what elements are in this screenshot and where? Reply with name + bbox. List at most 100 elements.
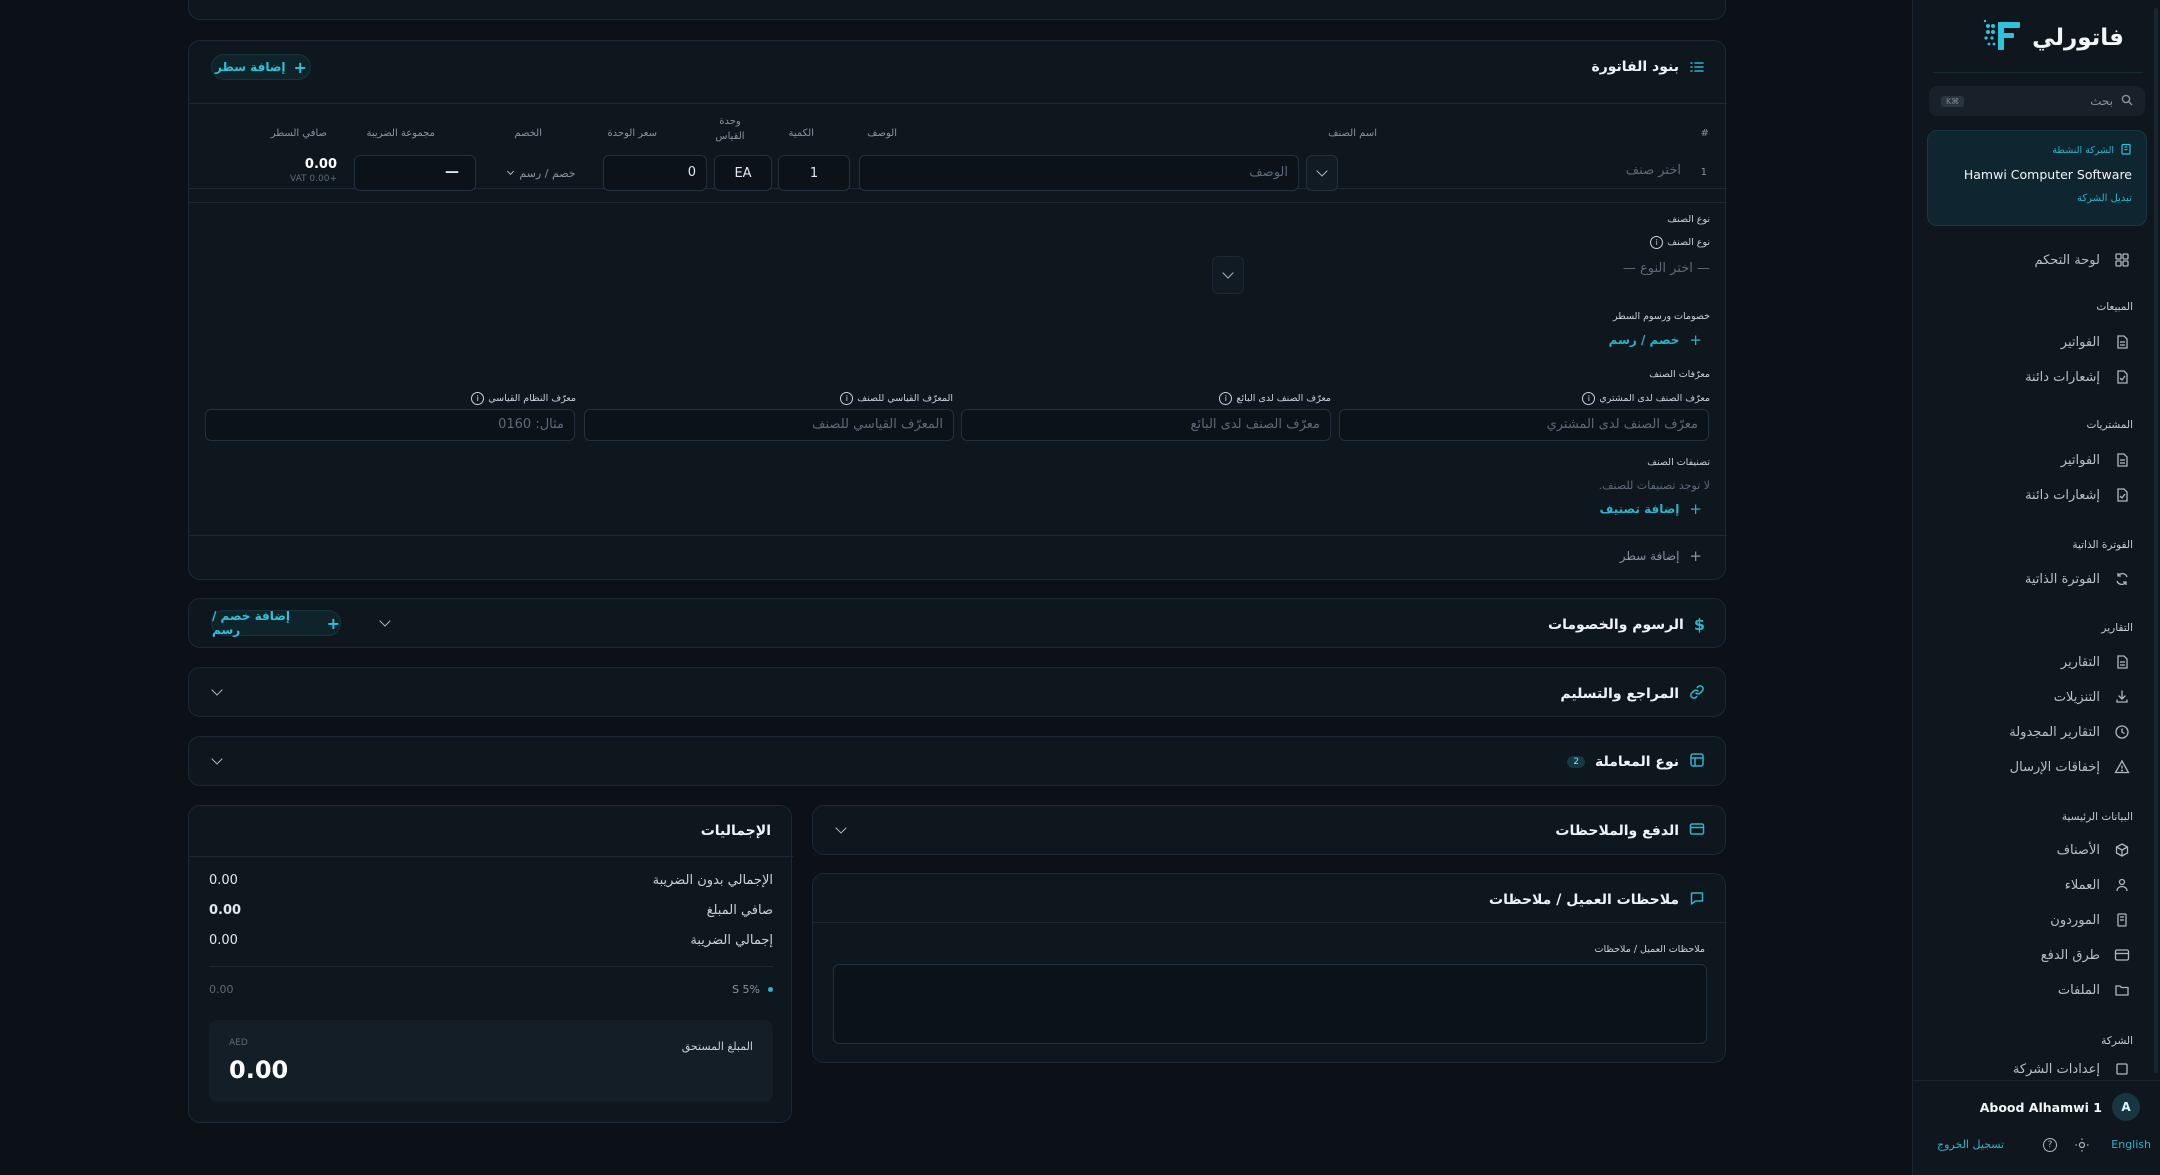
tax-line-value: 0.00 [209, 983, 234, 996]
chevron-down-icon[interactable] [379, 615, 391, 627]
sidebar-item-files[interactable]: الملفات [1912, 975, 2160, 1005]
sidebar-group-sales[interactable]: المبيعات [1913, 301, 2160, 313]
transaction-type-header[interactable]: نوع المعاملة 2 [1567, 752, 1705, 771]
sidebar-group-company[interactable]: الشركة [1913, 1035, 2160, 1047]
line-discounts-section-title: خصومات ورسوم السطر [1613, 311, 1710, 322]
add-charge-button[interactable]: إضافة خصم / رسم + [211, 609, 341, 637]
search-input[interactable]: بحث ⌘K [1929, 86, 2145, 116]
sidebar-item-payment-methods[interactable]: طرق الدفع [1912, 940, 2160, 970]
quantity-input[interactable]: 1 [778, 155, 850, 191]
standard-id-input[interactable]: المعرّف القياسي للصنف [584, 409, 954, 441]
standard-id-label-row: المعرّف القياسي للصنف i [840, 392, 953, 405]
brand: فاتورلي [1982, 18, 2124, 57]
language-button[interactable]: English [2111, 1138, 2151, 1151]
item-type-placeholder: — اختر النوع — [1622, 261, 1710, 276]
sidebar-item-sales-invoices[interactable]: الفواتير [1912, 327, 2160, 357]
references-header[interactable]: المراجع والتسليم [1560, 684, 1705, 703]
user-row[interactable]: A Abood Alhamwi 1 [1980, 1093, 2140, 1121]
classifications-section-title: تصنيفات الصنف [1647, 457, 1710, 468]
notes-header: ملاحظات العميل / ملاحظات [1489, 890, 1705, 909]
discount-select[interactable]: خصم / رسم [489, 155, 595, 191]
footer-add-line-button[interactable]: + إضافة سطر [1620, 547, 1702, 565]
col-index: # [1700, 128, 1709, 139]
user-name: Abood Alhamwi 1 [1979, 1099, 2102, 1115]
chevron-down-icon[interactable] [835, 822, 847, 834]
item-type-dropdown-button[interactable] [1212, 256, 1244, 294]
chevron-down-icon[interactable] [211, 684, 223, 696]
chevron-down-icon [1316, 165, 1328, 177]
sidebar-item-sales-credit-notes[interactable]: إشعارات دائنة [1912, 362, 2160, 392]
item-type-select[interactable]: — اختر النوع — [1295, 253, 1710, 289]
sidebar-item-label: الملفات [2057, 982, 2100, 998]
tax-line: S 5% 0.00 [209, 983, 773, 999]
sidebar-item-customers[interactable]: العملاء [1912, 870, 2160, 900]
sidebar-item-suppliers[interactable]: الموردون [1912, 905, 2160, 935]
notes-card: ملاحظات العميل / ملاحظات ملاحظات العميل … [812, 873, 1727, 1063]
message-icon [1689, 890, 1705, 909]
tax-group-select[interactable]: — [354, 155, 476, 191]
quantity-value: 1 [809, 165, 819, 181]
line-net-value: 0.00 [304, 157, 337, 172]
sidebar-group-purchases[interactable]: المشتريات [1913, 419, 2160, 431]
help-icon[interactable]: ? [2043, 1138, 2057, 1152]
sidebar-item-self-billing[interactable]: الفوترة الذاتية [1912, 564, 2160, 594]
system-id-input[interactable]: مثال: 0160 [205, 409, 575, 441]
company-name: Hamwi Computer Software [1963, 167, 2132, 182]
sidebar-item-downloads[interactable]: التنزيلات [1912, 682, 2160, 712]
sidebar-item-purchase-invoices[interactable]: الفواتير [1912, 445, 2160, 475]
invoice-items-header: بنود الفاتورة [1591, 59, 1705, 75]
file-check-icon [2114, 369, 2130, 385]
buyer-id-input[interactable]: معرّف الصنف لدى المشتري [1339, 409, 1709, 441]
sidebar-item-reports[interactable]: التقارير [1912, 647, 2160, 677]
sidebar-group-reports[interactable]: التقارير [1913, 622, 2160, 634]
add-line-discount-label: خصم / رسم [1608, 333, 1680, 347]
item-dropdown-button[interactable] [1306, 155, 1338, 191]
system-id-label-row: معرّف النظام القياسي i [471, 392, 576, 405]
add-line-discount-link[interactable]: + خصم / رسم [1609, 331, 1702, 349]
description-placeholder: الوصف [1249, 165, 1288, 180]
sidebar-item-scheduled-reports[interactable]: التقارير المجدولة [1912, 717, 2160, 747]
sidebar-item-items[interactable]: الأصناف [1912, 835, 2160, 865]
totals-divider [209, 966, 773, 967]
standard-id-label: المعرّف القياسي للصنف [857, 393, 953, 404]
chevron-down-icon[interactable] [211, 753, 223, 765]
payment-card: الدفع والملاحظات [812, 805, 1726, 855]
sidebar-item-label: إعدادات الشركة [2012, 1061, 2100, 1077]
sidebar-group-title: البيانات الرئيسية [2061, 811, 2133, 823]
tax-line-label-row: S 5% [732, 983, 773, 996]
logout-button[interactable]: تسجيل الخروج [1937, 1138, 2004, 1151]
charges-header[interactable]: $ الرسوم والخصومات [1548, 615, 1705, 634]
sidebar-group-master-data[interactable]: البيانات الرئيسية [1913, 811, 2160, 823]
totals-row: الإجمالي بدون الضريبة 0.00 [209, 873, 773, 893]
seller-id-label-row: معرّف الصنف لدى البائع i [1219, 392, 1331, 405]
item-details-panel [189, 202, 1727, 203]
sidebar-item-send-failures[interactable]: إخفاقات الإرسال [1912, 752, 2160, 782]
invoice-items-title: بنود الفاتورة [1591, 59, 1679, 75]
payment-header[interactable]: الدفع والملاحظات [1555, 821, 1705, 840]
file-check-icon [2114, 487, 2130, 503]
line-net: 0.00 VAT 0.00+ [249, 157, 337, 184]
sidebar-item-purchase-credit-notes[interactable]: إشعارات دائنة [1912, 480, 2160, 510]
info-icon: i [1650, 236, 1664, 249]
switch-company-link[interactable]: تبديل الشركة [2077, 193, 2132, 204]
row-index: 1 [1700, 167, 1707, 178]
unit-price-value: 0 [687, 165, 696, 180]
unit-input[interactable]: EA [714, 155, 772, 191]
seller-id-input[interactable]: معرّف الصنف لدى البائع [961, 409, 1331, 441]
notes-textarea[interactable] [833, 964, 1707, 1044]
sidebar-scrollbar[interactable] [2154, 8, 2158, 1073]
add-line-button[interactable]: إضافة سطر + [211, 54, 311, 80]
description-input[interactable]: الوصف [859, 155, 1299, 191]
totals-card: الإجماليات الإجمالي بدون الضريبة 0.00 صا… [188, 805, 793, 1123]
theme-toggle-icon[interactable] [2075, 1138, 2089, 1155]
item-select[interactable]: اختر صنف [1307, 153, 1701, 191]
info-icon: i [1219, 392, 1233, 405]
add-classification-link[interactable]: + إضافة تصنيف [1599, 500, 1702, 518]
add-charge-label: إضافة خصم / رسم [212, 609, 290, 637]
sidebar-item-dashboard[interactable]: لوحة التحكم [1912, 245, 2160, 275]
warning-icon [2114, 759, 2130, 775]
totals-title: الإجماليات [700, 823, 771, 839]
sidebar-group-self-billing[interactable]: الفوترة الذاتية [1913, 539, 2160, 551]
sidebar-item-company-settings[interactable]: إعدادات الشركة [1912, 1058, 2160, 1080]
unit-price-input[interactable]: 0 [603, 155, 707, 191]
